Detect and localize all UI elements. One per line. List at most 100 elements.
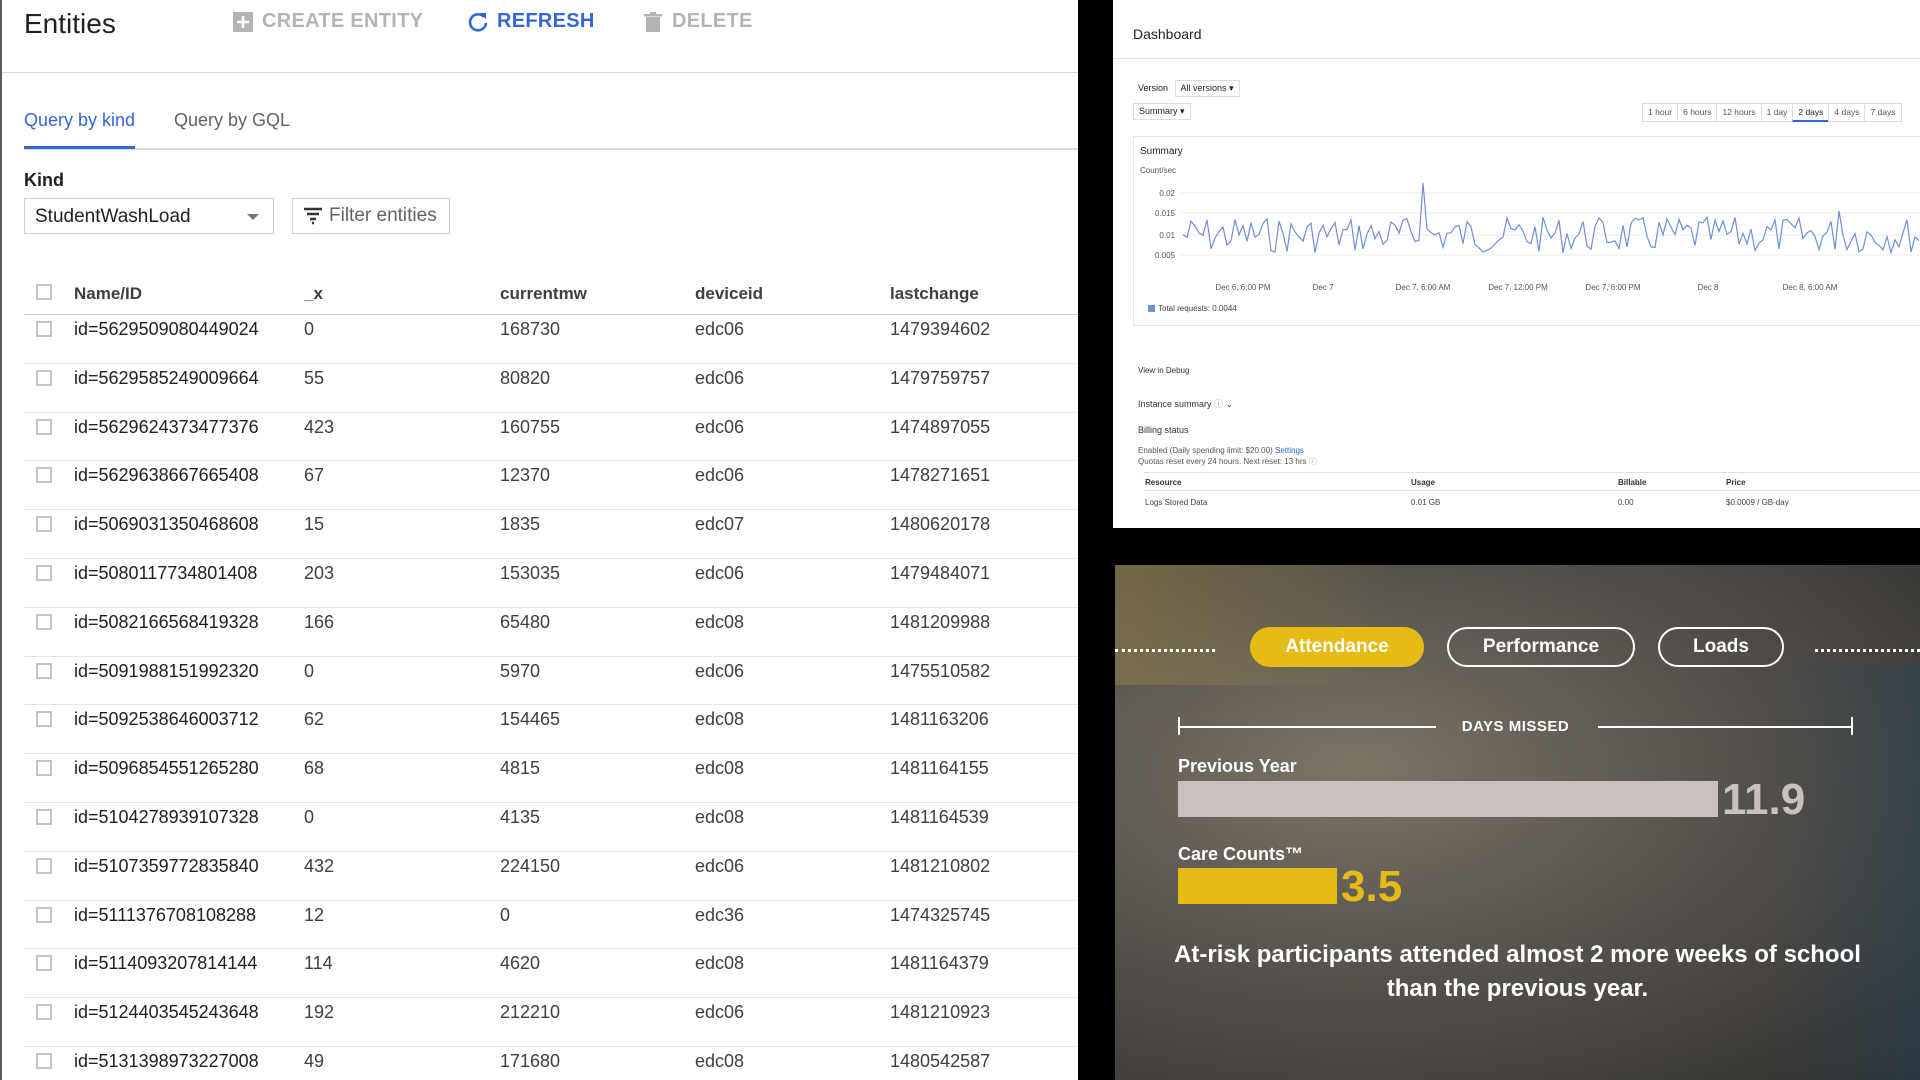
divider — [1143, 472, 1920, 473]
x-tick-label: Dec 6, 6:00 PM — [1215, 283, 1270, 292]
table-row[interactable]: id=5629585249009664 55 80820 edc06 147975975… — [24, 364, 1078, 413]
table-row[interactable]: id=5111376708108288 12 0 edc36 1474325745 — [24, 901, 1078, 950]
range-7-days[interactable]: 7 days — [1864, 103, 1902, 122]
delete-button[interactable]: DELETE — [642, 10, 753, 33]
table-row[interactable]: id=5124403545243648 192 212210 edc06 1481210… — [24, 998, 1078, 1047]
dotted-divider — [1115, 649, 1215, 652]
range-4-days[interactable]: 4 days — [1828, 103, 1866, 122]
row-checkbox[interactable] — [36, 1004, 52, 1021]
entity-currentmw: 160755 — [500, 416, 561, 437]
row-checkbox[interactable] — [36, 369, 52, 386]
table-row[interactable]: id=5082166568419328 166 65480 edc08 14812099… — [24, 608, 1078, 657]
table-row[interactable]: id=5131398973227008 49 171680 edc08 14805425… — [24, 1047, 1078, 1080]
tab-query-by-kind[interactable]: Query by kind — [24, 110, 136, 149]
billing-col-price: Price — [1726, 478, 1746, 487]
entity-currentmw: 153035 — [500, 562, 561, 583]
entity-lastchange: 1479759757 — [890, 367, 991, 388]
row-checkbox[interactable] — [36, 1052, 52, 1069]
tab-performance[interactable]: Performance — [1447, 627, 1635, 667]
entity-name-id: id=5111376708108288 — [74, 904, 257, 925]
tab-query-by-gql[interactable]: Query by GQL — [174, 110, 290, 146]
select-all-checkbox[interactable] — [36, 284, 52, 300]
entity-x: 0 — [304, 660, 315, 681]
column-header-deviceid[interactable]: deviceid — [695, 284, 763, 304]
kind-select[interactable]: StudentWashLoad — [24, 198, 274, 234]
row-checkbox[interactable] — [36, 516, 52, 533]
row-checkbox[interactable] — [36, 613, 52, 630]
infographic-tabs: Attendance Performance Loads — [1115, 627, 1920, 671]
column-header-x[interactable]: _x — [304, 284, 323, 304]
table-row[interactable]: id=5107359772835840 432 224150 edc06 1481210… — [24, 852, 1078, 901]
tab-attendance[interactable]: Attendance — [1250, 627, 1424, 667]
entity-deviceid: edc06 — [695, 660, 745, 681]
entity-lastchange: 1481209988 — [890, 611, 991, 632]
table-row[interactable]: id=5629624373477376 423 160755 edc06 1474897… — [24, 413, 1078, 462]
range-12-hours[interactable]: 12 hours — [1716, 103, 1762, 122]
table-row[interactable]: id=5091988151992320 0 5970 edc06 1475510582 — [24, 657, 1078, 706]
kind-select-value: StudentWashLoad — [35, 206, 191, 227]
entity-lastchange: 1479484071 — [890, 562, 991, 583]
row-checkbox[interactable] — [36, 662, 52, 679]
table-row[interactable]: id=5069031350468608 15 1835 edc07 1480620178 — [24, 510, 1078, 559]
entity-deviceid: edc08 — [695, 611, 745, 632]
entity-x: 203 — [304, 562, 335, 583]
row-checkbox[interactable] — [36, 564, 52, 581]
entity-name-id: id=5629624373477376 — [74, 416, 259, 437]
entity-name-id: id=5080117734801408 — [74, 562, 258, 583]
refresh-button[interactable]: REFRESH — [467, 10, 595, 33]
row-checkbox[interactable] — [36, 808, 52, 825]
row-checkbox[interactable] — [36, 321, 52, 337]
table-row[interactable]: id=5092538646003712 62 154465 edc08 14811632… — [24, 705, 1078, 755]
datastore-panel: Entities CREATE ENTITY REFRESH DELETE Qu… — [0, 0, 1078, 1080]
row-checkbox[interactable] — [36, 711, 52, 728]
table-header: Name/ID _x currentmw deviceid lastchange — [24, 278, 1078, 315]
table-row[interactable]: id=5104278939107328 0 4135 edc08 1481164539 — [24, 803, 1078, 852]
row-checkbox[interactable] — [36, 857, 52, 874]
filter-icon — [304, 207, 322, 225]
entity-currentmw: 4135 — [500, 806, 541, 827]
version-select[interactable]: Version All versions ▾ — [1138, 80, 1240, 97]
help-icon: ⓘ — [1214, 399, 1226, 409]
table-row[interactable]: id=5629509080449024 0 168730 edc06 147939460… — [24, 315, 1078, 364]
table-row[interactable]: id=5096854551265280 68 4815 edc08 1481164155 — [24, 754, 1078, 803]
entity-x: 67 — [304, 465, 325, 486]
entity-currentmw: 5970 — [500, 660, 541, 681]
entity-deviceid: edc08 — [695, 806, 745, 827]
column-header-lastchange[interactable]: lastchange — [890, 284, 979, 304]
entity-name-id: id=5629585249009664 — [74, 367, 259, 388]
table-row[interactable]: id=5114093207814144 114 4620 edc08 148116437… — [24, 949, 1078, 999]
row-checkbox[interactable] — [36, 418, 52, 435]
x-tick-label: Dec 8, 6:00 AM — [1783, 283, 1838, 292]
instance-summary-toggle[interactable]: Instance summary ⓘ ⌄ — [1138, 397, 1233, 410]
billing-settings-link[interactable]: Settings — [1275, 446, 1304, 455]
entities-table: Name/ID _x currentmw deviceid lastchange… — [24, 278, 1078, 1080]
row-checkbox[interactable] — [36, 760, 52, 777]
entity-x: 114 — [304, 953, 333, 974]
divider — [1143, 490, 1920, 491]
table-row[interactable]: id=5629638667665408 67 12370 edc06 147827165… — [24, 461, 1078, 511]
column-header-name-id[interactable]: Name/ID — [74, 284, 142, 304]
table-row[interactable]: id=5080117734801408 203 153035 edc06 1479484… — [24, 559, 1078, 608]
range-1-hour[interactable]: 1 hour — [1642, 103, 1679, 122]
view-in-debug-link[interactable]: View in Debug — [1138, 366, 1189, 375]
infographic-video-frame: Attendance Performance Loads DAYS MISSED… — [1115, 565, 1920, 1080]
entity-currentmw: 4815 — [500, 758, 541, 779]
entity-name-id: id=5104278939107328 — [74, 806, 259, 827]
row-checkbox[interactable] — [36, 467, 52, 484]
billing-resource-value: Logs Stored Data — [1145, 498, 1208, 507]
tab-loads[interactable]: Loads — [1658, 627, 1784, 667]
query-tabs: Query by kind Query by GQL — [24, 110, 1078, 150]
view-select[interactable]: Summary ▾ — [1133, 103, 1191, 120]
x-tick-label: Dec 7, 6:00 PM — [1585, 283, 1640, 292]
column-header-currentmw[interactable]: currentmw — [500, 284, 587, 304]
create-entity-button[interactable]: CREATE ENTITY — [232, 10, 423, 33]
filter-entities-button[interactable]: Filter entities — [292, 198, 450, 234]
row-checkbox[interactable] — [36, 906, 52, 923]
row-checkbox[interactable] — [36, 955, 52, 972]
range-6-hours[interactable]: 6 hours — [1677, 103, 1718, 122]
entity-x: 62 — [304, 709, 325, 730]
range-2-days[interactable]: 2 days — [1792, 103, 1830, 122]
dashboard-title: Dashboard — [1133, 26, 1202, 42]
entity-lastchange: 1481163206 — [890, 709, 989, 730]
range-1-day[interactable]: 1 day — [1760, 103, 1794, 122]
